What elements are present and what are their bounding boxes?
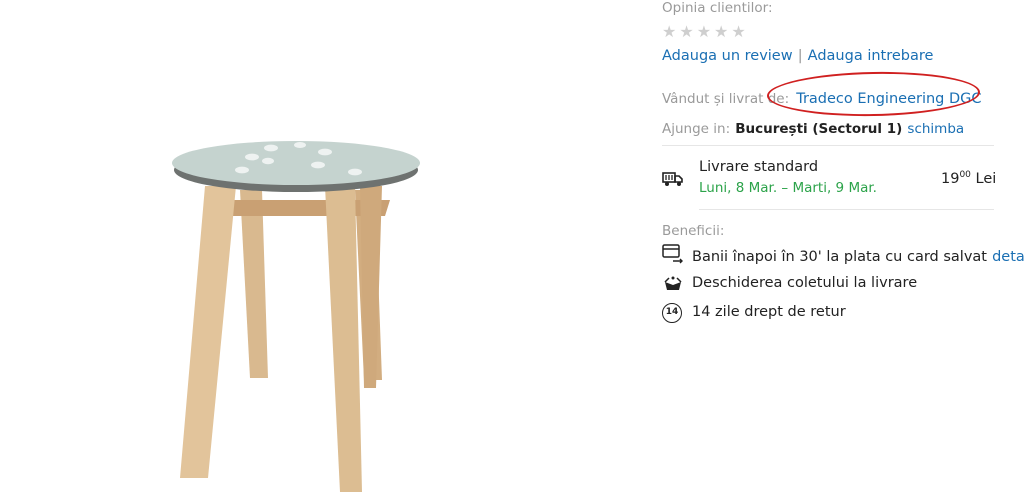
star-empty-icon: ★ <box>679 22 694 41</box>
divider-top <box>662 145 994 146</box>
card-refund-icon <box>662 244 683 264</box>
add-question-link[interactable]: Adauga intrebare <box>808 48 934 64</box>
shipping-price: 1900 Lei <box>941 170 996 187</box>
delivery-city: București (Sectorul 1) <box>735 121 903 137</box>
change-location-link[interactable]: schimba <box>907 121 964 137</box>
delivery-location-label: Ajunge in: <box>662 121 731 137</box>
product-image <box>172 141 420 492</box>
price-currency: Lei <box>975 170 997 187</box>
open-package-icon <box>664 276 682 290</box>
star-empty-icon: ★ <box>714 22 729 41</box>
benefit-text-card: Banii înapoi în 30' la plata cu card sal… <box>692 249 987 265</box>
divider-bottom <box>699 209 994 210</box>
link-separator: | <box>797 48 803 64</box>
return-14-icon: 14 <box>662 303 682 323</box>
star-rating[interactable]: ★ ★ ★ ★ ★ <box>662 24 746 40</box>
truck-icon <box>662 172 683 186</box>
reviews-label: Opinia clientilor: <box>662 0 773 16</box>
review-links: Adauga un review | Adauga intrebare <box>662 45 933 64</box>
add-review-link[interactable]: Adauga un review <box>662 48 793 64</box>
star-empty-icon: ★ <box>731 22 746 41</box>
benefit-text-return: 14 zile drept de retur <box>692 304 846 320</box>
price-int: 19 <box>941 170 960 187</box>
benefit-details-link[interactable]: detalii <box>992 249 1024 265</box>
annotation-ellipse <box>766 70 981 118</box>
price-dec: 00 <box>959 170 971 180</box>
star-empty-icon: ★ <box>696 22 712 41</box>
benefit-row-card: Banii înapoi în 30' la plata cu card sal… <box>692 246 1024 265</box>
benefit-text-package: Deschiderea coletului la livrare <box>692 275 918 291</box>
benefits-label: Beneficii: <box>662 223 725 239</box>
delivery-location-row: Ajunge in: București (Sectorul 1) schimb… <box>662 118 964 137</box>
star-empty-icon: ★ <box>662 22 677 41</box>
shipping-title: Livrare standard <box>699 159 819 175</box>
shipping-dates: Luni, 8 Mar. – Marti, 9 Mar. <box>699 180 877 196</box>
